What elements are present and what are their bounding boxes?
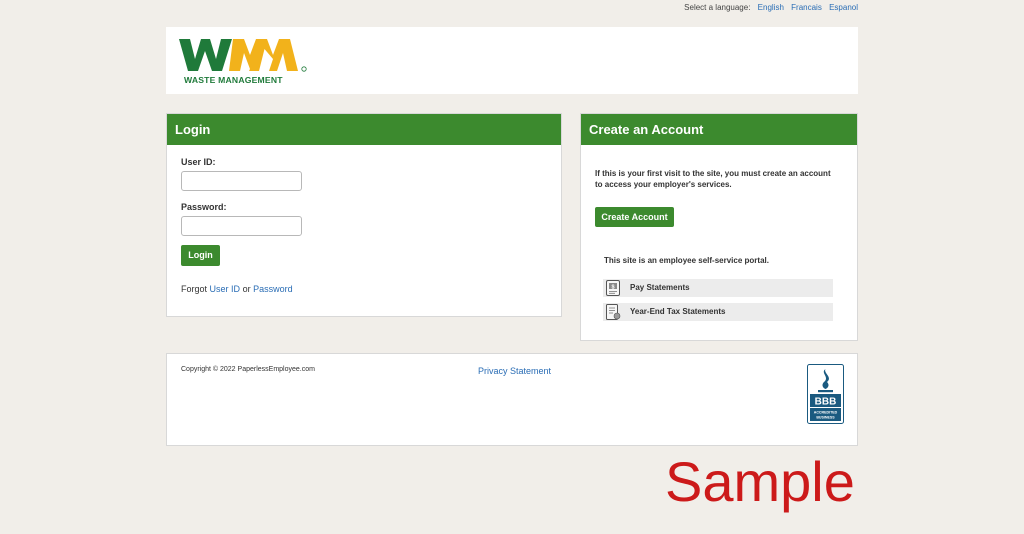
logo-header: WASTE MANAGEMENT	[166, 27, 858, 94]
language-english-link[interactable]: English	[758, 3, 784, 12]
login-button[interactable]: Login	[181, 245, 220, 266]
password-input[interactable]	[181, 216, 302, 236]
feature-year-end-tax: Year-End Tax Statements	[603, 303, 833, 321]
portal-description: This site is an employee self-service po…	[604, 256, 769, 265]
forgot-user-id-link[interactable]: User ID	[210, 284, 241, 294]
forgot-prefix: Forgot	[181, 284, 208, 294]
forgot-or: or	[242, 284, 251, 294]
bbb-accredited-badge[interactable]: BBB ACCREDITED BUSINESS	[807, 364, 844, 424]
wm-logo: WASTE MANAGEMENT	[179, 39, 307, 85]
user-id-input[interactable]	[181, 171, 302, 191]
privacy-statement-link[interactable]: Privacy Statement	[478, 366, 551, 376]
bbb-line2: BUSINESS	[816, 416, 835, 420]
user-id-label: User ID:	[181, 157, 216, 167]
sample-watermark: Sample	[665, 450, 855, 513]
login-panel-title: Login	[167, 114, 561, 145]
bbb-line1: ACCREDITED	[814, 411, 838, 415]
password-label: Password:	[181, 202, 227, 212]
tax-statements-icon	[606, 304, 621, 320]
forgot-password-link[interactable]: Password	[253, 284, 293, 294]
language-bar: Select a language: English Francais Espa…	[684, 3, 858, 12]
bbb-mark: BBB	[815, 397, 837, 408]
create-account-intro: If this is your first visit to the site,…	[595, 169, 831, 189]
logo-wordmark: WASTE MANAGEMENT	[184, 75, 283, 85]
svg-text:$: $	[611, 284, 614, 290]
create-account-button[interactable]: Create Account	[595, 207, 674, 227]
footer-panel: Copyright © 2022 PaperlessEmployee.com P…	[166, 353, 858, 446]
create-account-title: Create an Account	[581, 114, 857, 145]
language-prompt: Select a language:	[684, 3, 751, 12]
language-francais-link[interactable]: Francais	[791, 3, 822, 12]
language-espanol-link[interactable]: Espanol	[829, 3, 858, 12]
copyright-text: Copyright © 2022 PaperlessEmployee.com	[181, 366, 315, 373]
feature-label: Pay Statements	[630, 283, 690, 292]
forgot-credentials: Forgot User ID or Password	[181, 284, 293, 294]
feature-label: Year-End Tax Statements	[630, 307, 726, 316]
login-panel: Login User ID: Password: Login Forgot Us…	[166, 113, 562, 317]
pay-statements-icon: $	[606, 280, 620, 296]
feature-pay-statements: $ Pay Statements	[603, 279, 833, 297]
create-account-panel: Create an Account If this is your first …	[580, 113, 858, 341]
